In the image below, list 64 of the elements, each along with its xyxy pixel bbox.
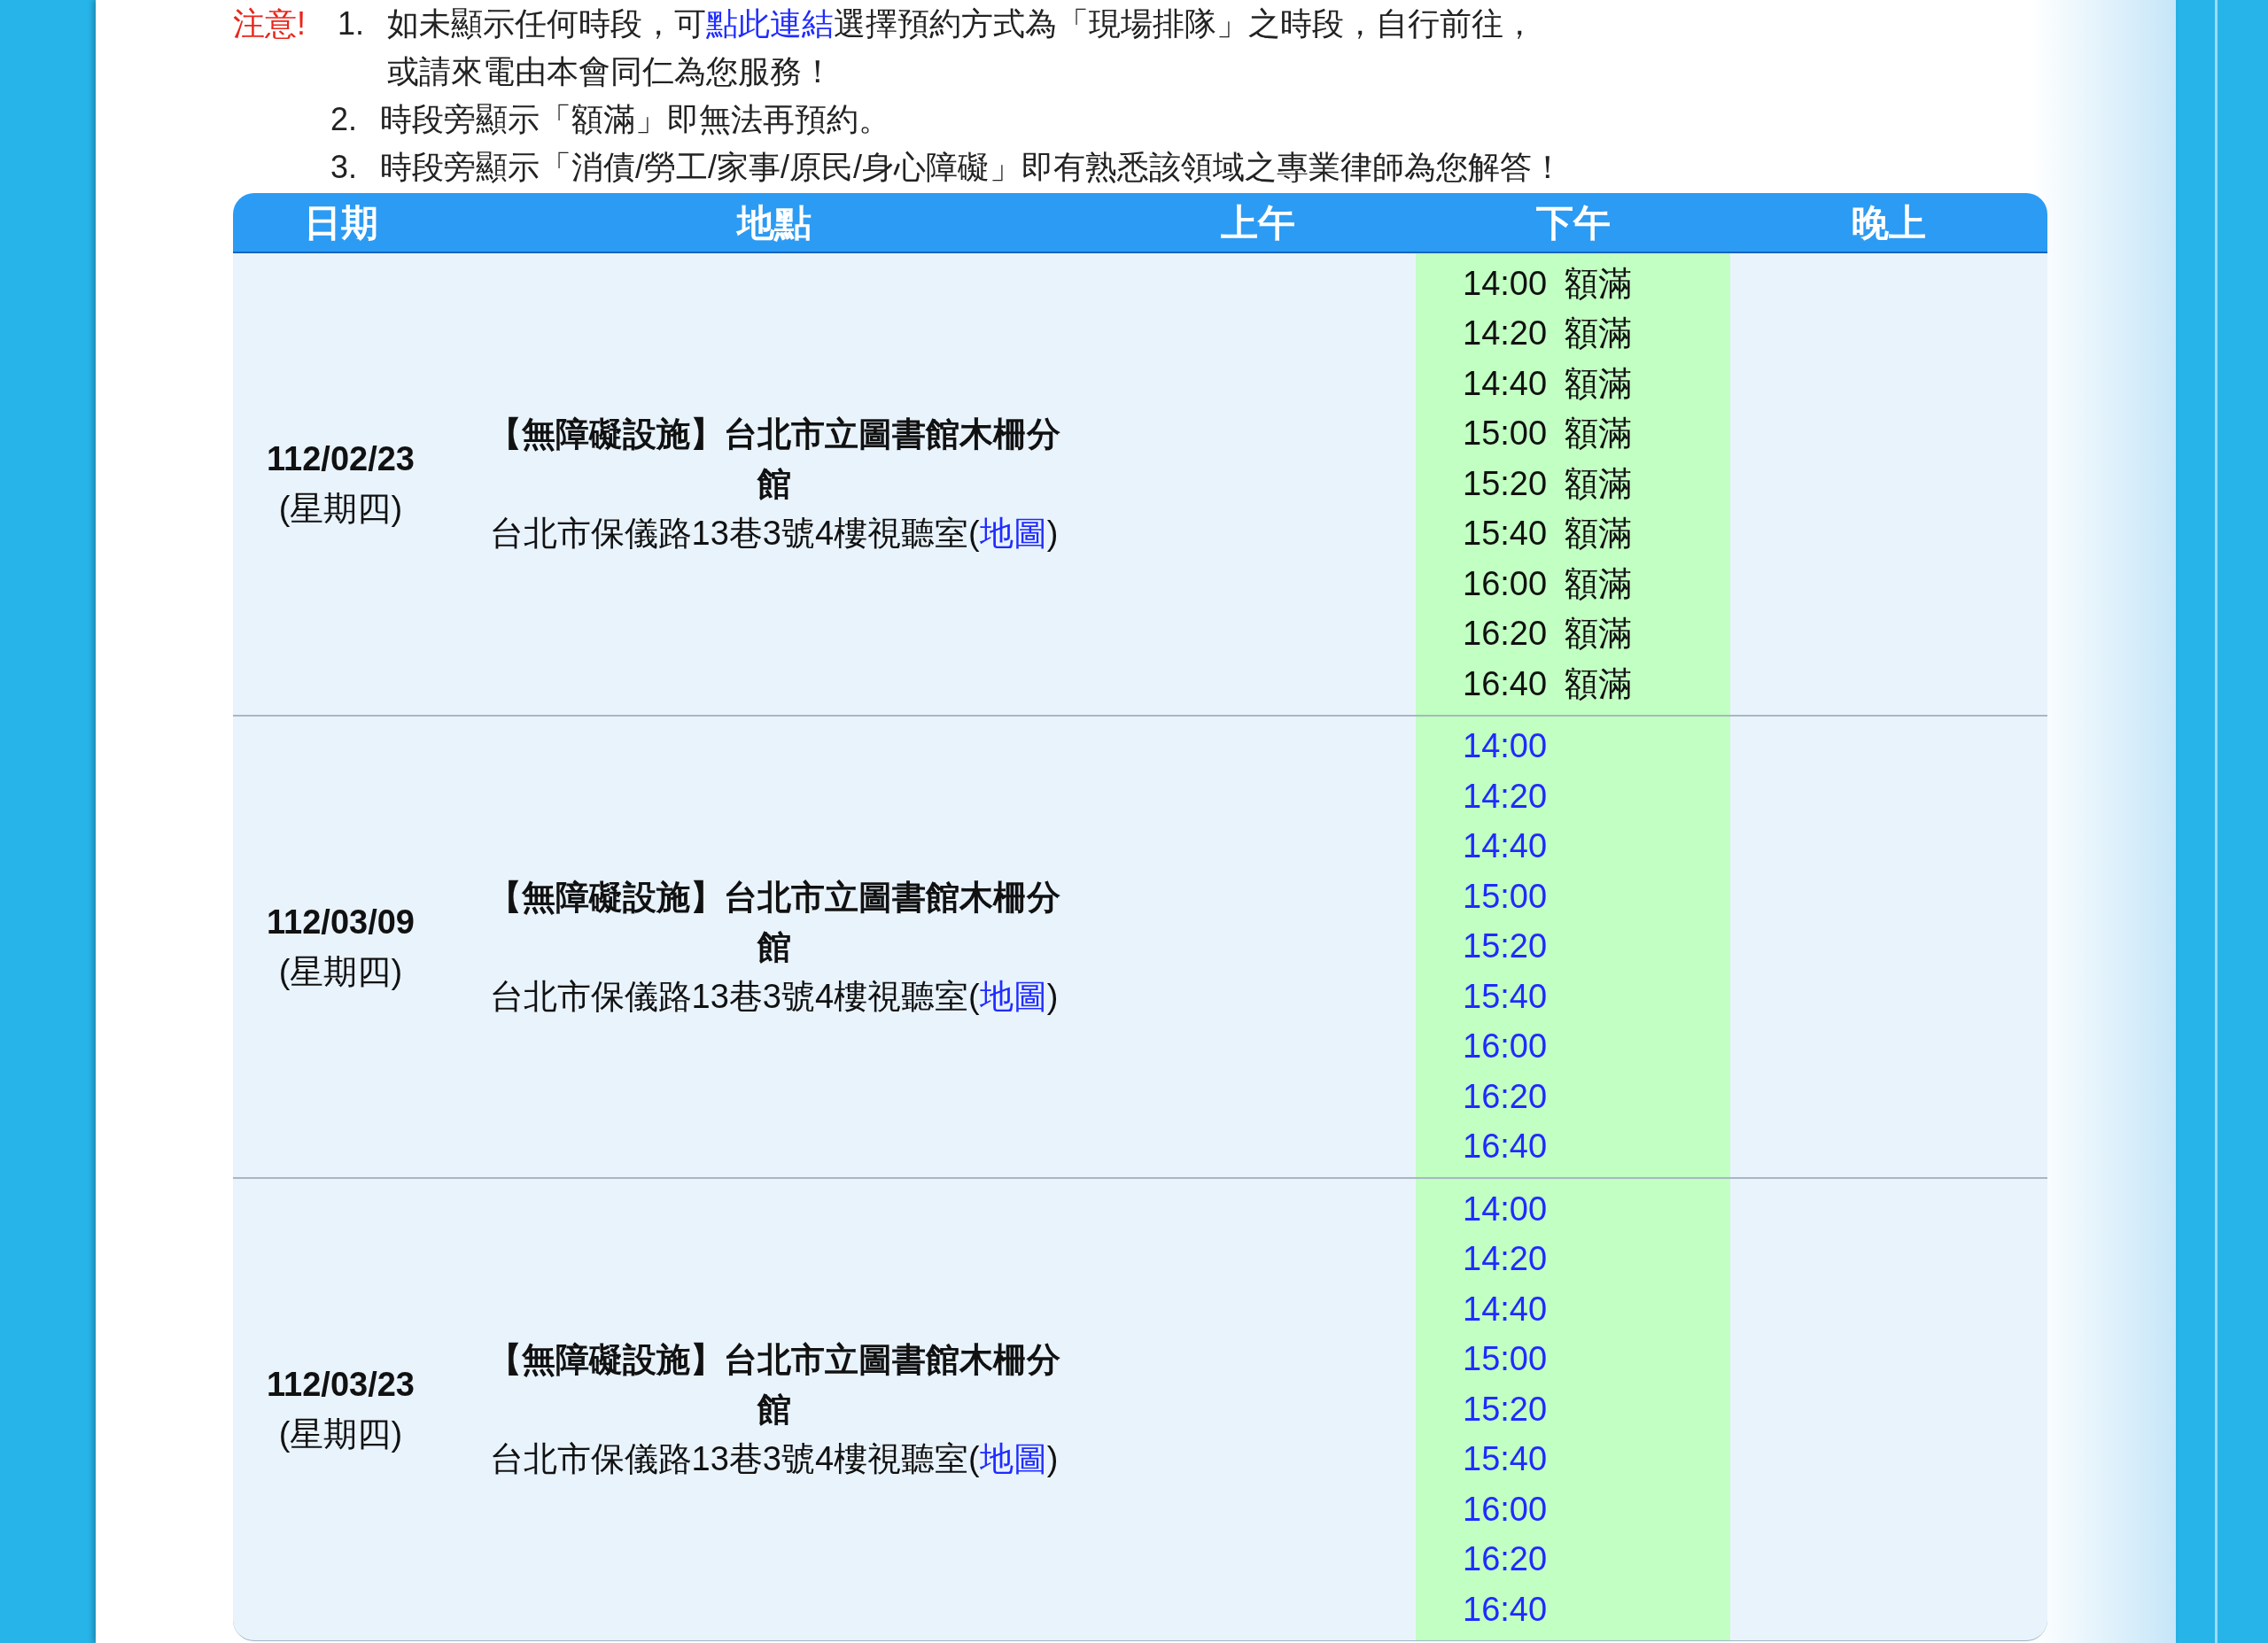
timeslot-full: 14:40 [1463,363,1548,404]
column-header: 地點 [736,200,812,245]
timeslot-link[interactable]: 16:00 [1463,1484,1548,1535]
timeslot-link[interactable]: 16:40 [1463,1121,1548,1173]
full-status: 額滿 [1565,463,1633,504]
place-address: 台北市保儀路13巷3號4樓視聽室(地圖) [489,976,1059,1017]
notice-text: 或請來電由本會同仁為您服務！ [387,52,835,91]
column-header: 下午 [1535,200,1611,245]
timeslot-link[interactable]: 15:20 [1463,921,1548,973]
full-status: 額滿 [1565,514,1633,554]
timeslot-link[interactable]: 14:20 [1463,771,1548,822]
place-name: 【無障礙設施】台北市立圖書館木柵分館 [486,415,1061,505]
notice-text: 如未顯示任何時段，可點此連結選擇預約方式為「現場排隊」之時段，自行前往， [387,4,1535,43]
timeslot-link[interactable]: 14:00 [1463,721,1548,772]
timeslot-link[interactable]: 14:20 [1463,1234,1548,1285]
timeslot-link[interactable]: 16:20 [1463,1534,1548,1585]
weekday-text: (星期四) [278,951,403,992]
notice-link[interactable]: 點此連結 [706,5,834,42]
timeslot-link[interactable]: 16:40 [1463,1584,1548,1635]
list-number: 2. [330,100,359,139]
full-status: 額滿 [1565,363,1633,404]
weekday-text: (星期四) [278,489,403,530]
place-name: 【無障礙設施】台北市立圖書館木柵分館 [486,877,1061,967]
map-link[interactable]: 地圖 [979,515,1047,553]
full-status: 額滿 [1565,414,1633,454]
full-status: 額滿 [1565,263,1633,304]
date-text: 112/03/09 [267,902,415,942]
timeslot-link[interactable]: 16:00 [1463,1021,1548,1073]
column-header: 日期 [303,200,378,245]
timeslot-link[interactable]: 14:40 [1463,1283,1548,1335]
timeslot-full: 14:00 [1463,263,1548,304]
date-text: 112/03/23 [267,1365,415,1406]
full-status: 額滿 [1565,563,1633,604]
timeslot-link[interactable]: 15:40 [1463,971,1548,1022]
timeslot-full: 16:00 [1463,563,1548,604]
column-header: 上午 [1220,200,1295,245]
timeslot-link[interactable]: 15:40 [1463,1434,1548,1485]
timeslot-link[interactable]: 15:00 [1463,871,1548,922]
full-status: 額滿 [1565,314,1633,354]
timeslot-link[interactable]: 15:00 [1463,1334,1548,1385]
list-number: 1. [338,4,366,43]
timeslot-full: 15:00 [1463,414,1548,454]
full-status: 額滿 [1565,614,1633,655]
timeslot-link[interactable]: 14:40 [1463,821,1548,872]
notice-text: 時段旁顯示「額滿」即無法再預約。 [380,100,890,139]
map-link[interactable]: 地圖 [979,1440,1047,1478]
place-address: 台北市保儀路13巷3號4樓視聽室(地圖) [489,1439,1059,1480]
timeslot-link[interactable]: 15:20 [1463,1383,1548,1435]
place-name: 【無障礙設施】台北市立圖書館木柵分館 [486,1340,1061,1430]
notice-text: 時段旁顯示「消債/勞工/家事/原民/身心障礙」即有熟悉該領域之專業律師為您解答！ [380,148,1564,187]
map-link[interactable]: 地圖 [979,977,1047,1015]
timeslot-link[interactable]: 14:00 [1463,1183,1548,1235]
full-status: 額滿 [1565,663,1633,704]
list-number: 3. [330,148,359,187]
timeslot-link[interactable]: 16:20 [1463,1071,1548,1122]
timeslot-full: 15:20 [1463,463,1548,504]
column-header: 晚上 [1852,200,1926,245]
date-text: 112/02/23 [267,439,415,480]
weekday-text: (星期四) [278,1414,403,1455]
timeslot-full: 14:20 [1463,314,1548,354]
timeslot-full: 16:40 [1463,663,1548,704]
timeslot-full: 15:40 [1463,514,1548,554]
place-address: 台北市保儀路13巷3號4樓視聽室(地圖) [489,514,1059,554]
timeslot-full: 16:20 [1463,614,1548,655]
